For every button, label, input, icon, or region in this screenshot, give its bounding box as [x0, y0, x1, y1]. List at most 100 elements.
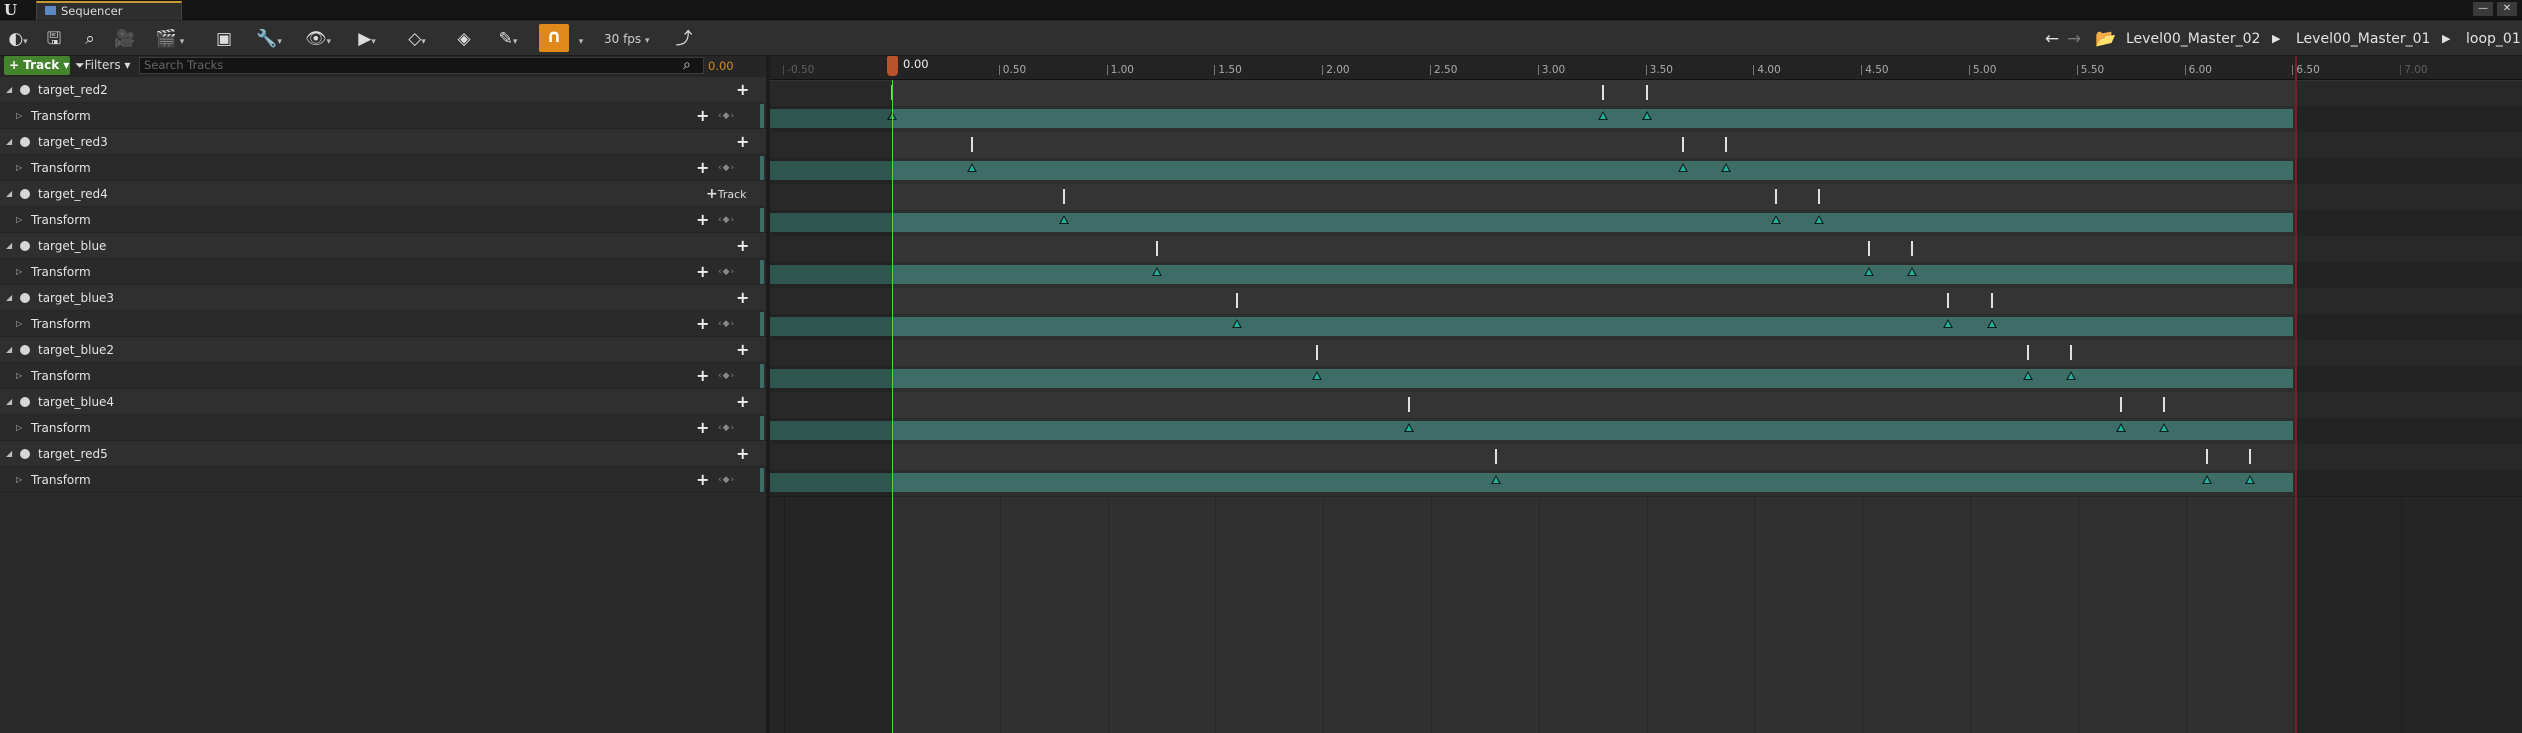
transform-lane[interactable]: [770, 262, 2522, 289]
object-row[interactable]: ◢ target_blue +: [0, 233, 766, 259]
search-icon[interactable]: ⌕: [683, 57, 701, 74]
add-key-plus-icon[interactable]: +: [696, 363, 709, 389]
add-track-plus-icon[interactable]: +: [736, 77, 749, 103]
wrench-icon[interactable]: 🔧▾: [252, 25, 286, 53]
object-lane[interactable]: [770, 288, 2522, 315]
collapsed-arrow-icon[interactable]: ▷: [16, 311, 26, 337]
object-row[interactable]: ◢ target_red2 +: [0, 77, 766, 103]
key-summary-marker[interactable]: [1408, 397, 1411, 412]
camera-icon[interactable]: 🎥: [110, 25, 140, 53]
keyframe-icon[interactable]: [1311, 371, 1322, 380]
object-row[interactable]: ◢ target_blue4 +: [0, 389, 766, 415]
close-button[interactable]: ✕: [2497, 2, 2517, 16]
key-summary-marker[interactable]: [1235, 293, 1238, 308]
key-summary-marker[interactable]: [1645, 85, 1648, 100]
expand-arrow-icon[interactable]: ◢: [6, 337, 16, 363]
keyframe-icon[interactable]: [1152, 267, 1163, 276]
search-tracks-input[interactable]: Search Tracks: [139, 57, 704, 74]
playhead-handle[interactable]: [887, 56, 898, 76]
expand-arrow-icon[interactable]: ◢: [6, 129, 16, 155]
object-lane[interactable]: [770, 184, 2522, 211]
transform-track-row[interactable]: ▷ Transform + ‹◆›: [0, 363, 766, 389]
world-icon[interactable]: ◐▾: [4, 25, 32, 53]
transform-section[interactable]: [770, 161, 2294, 180]
add-track-plus-icon[interactable]: +: [736, 389, 749, 415]
search-icon[interactable]: ⌕: [76, 25, 104, 53]
transform-section[interactable]: [770, 421, 2294, 440]
expand-arrow-icon[interactable]: ◢: [6, 181, 16, 207]
key-navigation-icon[interactable]: ‹◆›: [718, 311, 735, 337]
save-icon[interactable]: 🖫: [40, 25, 68, 53]
add-key-plus-icon[interactable]: +: [696, 415, 709, 441]
keyframe-icon[interactable]: [1490, 475, 1501, 484]
transform-track-row[interactable]: ▷ Transform + ‹◆›: [0, 415, 766, 441]
key-navigation-icon[interactable]: ‹◆›: [718, 207, 735, 233]
keyframe-icon[interactable]: [1986, 319, 1997, 328]
key-summary-marker[interactable]: [1725, 137, 1728, 152]
transform-track-row[interactable]: ▷ Transform + ‹◆›: [0, 311, 766, 337]
keyframe-icon[interactable]: [1721, 163, 1732, 172]
clapperboard-icon[interactable]: 🎬 ▾: [148, 25, 192, 53]
add-track-plus-icon[interactable]: +: [736, 233, 749, 259]
key-summary-marker[interactable]: [2027, 345, 2030, 360]
transform-section[interactable]: [770, 473, 2294, 492]
key-summary-marker[interactable]: [970, 137, 973, 152]
transform-section[interactable]: [770, 213, 2294, 232]
keyframe-icon[interactable]: [1059, 215, 1070, 224]
eye-icon[interactable]: 👁▾: [298, 25, 338, 53]
keyframe-icon[interactable]: [2023, 371, 2034, 380]
keyframe-icon[interactable]: [1598, 111, 1609, 120]
expand-arrow-icon[interactable]: ◢: [6, 285, 16, 311]
key-summary-marker[interactable]: [2070, 345, 2073, 360]
tab-sequencer[interactable]: Sequencer: [36, 1, 182, 20]
object-lane[interactable]: [770, 132, 2522, 159]
expand-arrow-icon[interactable]: ◢: [6, 233, 16, 259]
key-summary-marker[interactable]: [1910, 241, 1913, 256]
forward-arrow-icon[interactable]: →: [2062, 25, 2086, 53]
transform-section[interactable]: [770, 109, 2294, 128]
snap-magnet-icon[interactable]: ∩: [539, 24, 569, 52]
key-summary-marker[interactable]: [1682, 137, 1685, 152]
keyframe-icon[interactable]: [1814, 215, 1825, 224]
key-summary-marker[interactable]: [2119, 397, 2122, 412]
collapsed-arrow-icon[interactable]: ▷: [16, 103, 26, 129]
render-icon[interactable]: ▣: [210, 25, 238, 53]
keyframe-icon[interactable]: [1678, 163, 1689, 172]
transform-lane[interactable]: [770, 470, 2522, 497]
key-summary-marker[interactable]: [2249, 449, 2252, 464]
add-key-plus-icon[interactable]: +: [696, 207, 709, 233]
collapsed-arrow-icon[interactable]: ▷: [16, 259, 26, 285]
object-row[interactable]: ◢ target_blue2 +: [0, 337, 766, 363]
collapsed-arrow-icon[interactable]: ▷: [16, 155, 26, 181]
breadcrumb-level00-master-01[interactable]: Level00_Master_01: [2296, 28, 2430, 50]
key-navigation-icon[interactable]: ‹◆›: [718, 467, 735, 493]
add-track-plus-icon[interactable]: +: [736, 129, 749, 155]
keyframe-icon[interactable]: [966, 163, 977, 172]
key-navigation-icon[interactable]: ‹◆›: [718, 259, 735, 285]
minimize-button[interactable]: —: [2473, 2, 2493, 16]
keyframe-icon[interactable]: [1641, 111, 1652, 120]
add-key-plus-icon[interactable]: +: [696, 467, 709, 493]
key-navigation-icon[interactable]: ‹◆›: [718, 363, 735, 389]
object-lane[interactable]: [770, 340, 2522, 367]
keyframe-icon[interactable]: [1770, 215, 1781, 224]
folder-icon[interactable]: 📂: [2094, 25, 2118, 53]
transform-lane[interactable]: [770, 314, 2522, 341]
add-track-inline-button[interactable]: +Track: [706, 181, 747, 208]
transform-track-row[interactable]: ▷ Transform + ‹◆›: [0, 155, 766, 181]
filters-button[interactable]: ⏷Filters ▾: [71, 56, 137, 75]
keyframe-icon[interactable]: [1863, 267, 1874, 276]
collapsed-arrow-icon[interactable]: ▷: [16, 467, 26, 493]
snap-options-chevron-icon[interactable]: ▾: [574, 25, 588, 53]
object-row[interactable]: ◢ target_blue3 +: [0, 285, 766, 311]
transform-track-row[interactable]: ▷ Transform + ‹◆›: [0, 467, 766, 493]
tag-icon[interactable]: ◈: [450, 25, 478, 53]
key-summary-marker[interactable]: [2163, 397, 2166, 412]
keyframe-icon[interactable]: [2066, 371, 2077, 380]
key-summary-marker[interactable]: [2206, 449, 2209, 464]
transform-section[interactable]: [770, 317, 2294, 336]
breadcrumb-loop-01[interactable]: loop_01: [2466, 28, 2521, 50]
collapsed-arrow-icon[interactable]: ▷: [16, 363, 26, 389]
transform-lane[interactable]: [770, 418, 2522, 445]
key-summary-marker[interactable]: [1315, 345, 1318, 360]
